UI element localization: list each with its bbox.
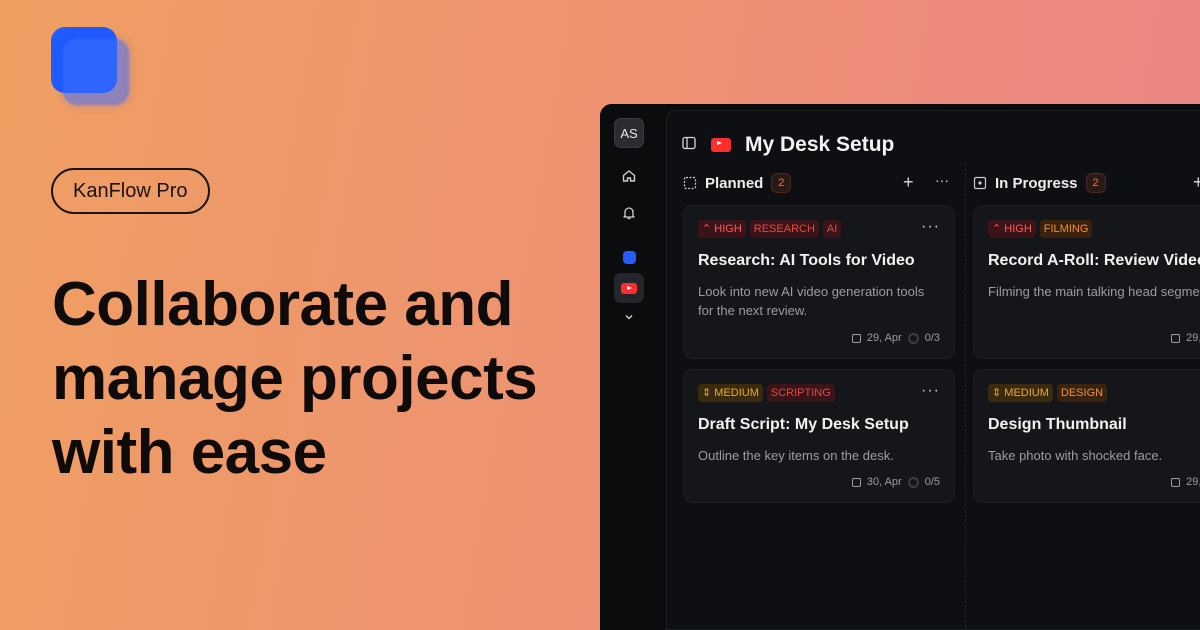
card-meta: 29, Apr xyxy=(1171,332,1200,344)
headline-line: manage projects xyxy=(52,344,538,413)
card-description: Filming the main talking head segment an… xyxy=(988,284,1200,299)
progress-ring-icon xyxy=(907,332,919,344)
column-status-icon xyxy=(683,176,697,190)
youtube-icon[interactable] xyxy=(614,273,644,303)
youtube-icon xyxy=(711,138,731,152)
sidebar-toggle-icon[interactable] xyxy=(681,135,697,156)
column-count-badge: 2 xyxy=(771,173,792,193)
headline-line: with ease xyxy=(52,418,327,487)
tag: FILMING xyxy=(1039,220,1093,238)
due-date: 29, Apr xyxy=(1186,476,1200,488)
tag: RESEARCH xyxy=(749,220,819,238)
add-card-button[interactable]: + xyxy=(903,173,914,191)
tag: AI xyxy=(822,220,842,238)
calendar-icon xyxy=(1171,333,1181,343)
card-menu-button[interactable]: ··· xyxy=(921,219,940,235)
column-divider xyxy=(965,163,966,630)
bell-icon[interactable] xyxy=(614,198,644,228)
card-menu-button[interactable]: ··· xyxy=(921,383,940,399)
task-card[interactable]: ⇕ MEDIUM SCRIPTING ··· Draft Script: My … xyxy=(683,369,955,503)
headline: Collaborate and manage projects with eas… xyxy=(52,268,538,490)
board: My Desk Setup Planned 2 + ··· In Progres… xyxy=(666,110,1200,630)
page-title: My Desk Setup xyxy=(745,133,895,156)
priority-tag: ⇕ MEDIUM xyxy=(698,384,763,402)
due-date: 29, Apr xyxy=(1186,332,1200,344)
card-description: Outline the key items on the desk. xyxy=(698,448,894,463)
app-logo-icon xyxy=(51,27,131,107)
column-status-icon xyxy=(973,176,987,190)
card-meta: 29, Apr 0/3 xyxy=(851,332,940,344)
board-header: My Desk Setup xyxy=(681,133,894,157)
progress-ring-icon xyxy=(907,476,919,488)
calendar-icon xyxy=(1171,477,1181,487)
priority-tag: ⇕ MEDIUM xyxy=(988,384,1053,402)
subtask-progress: 0/5 xyxy=(924,476,940,488)
priority-tag: ⌃ HIGH xyxy=(698,220,746,238)
card-title: Draft Script: My Desk Setup xyxy=(698,416,909,433)
card-title: Record A-Roll: Review Video xyxy=(988,252,1200,269)
task-card[interactable]: ⌃ HIGH RESEARCH AI ··· Research: AI Tool… xyxy=(683,205,955,359)
app-window: AS My Desk Setup Planned 2 + ··· In Prog… xyxy=(600,104,1200,630)
card-description: Take photo with shocked face. xyxy=(988,448,1163,463)
column-header: In Progress 2 xyxy=(973,171,1106,195)
task-card[interactable]: ⌃ HIGH FILMING Record A-Roll: Review Vid… xyxy=(973,205,1200,359)
calendar-icon xyxy=(851,477,861,487)
column-header: Planned 2 xyxy=(683,171,792,195)
priority-tag: ⌃ HIGH xyxy=(988,220,1036,238)
calendar-icon xyxy=(851,333,861,343)
due-date: 29, Apr xyxy=(866,332,902,344)
headline-line: Collaborate and xyxy=(52,270,514,339)
column-count-badge: 2 xyxy=(1085,173,1106,193)
workspace-blue-icon[interactable] xyxy=(614,242,644,272)
add-card-button[interactable]: + xyxy=(1193,173,1200,191)
tag: DESIGN xyxy=(1056,384,1108,402)
product-badge: KanFlow Pro xyxy=(51,168,210,214)
tag: SCRIPTING xyxy=(766,384,835,402)
card-title: Research: AI Tools for Video xyxy=(698,252,915,269)
card-description: Look into new AI video generation tools … xyxy=(698,284,925,318)
subtask-progress: 0/3 xyxy=(924,332,940,344)
column-title: In Progress xyxy=(995,174,1078,192)
card-meta: 30, Apr 0/5 xyxy=(851,476,940,488)
column-menu-button[interactable]: ··· xyxy=(935,171,949,189)
sidebar-rail: AS xyxy=(600,104,658,630)
column-title: Planned xyxy=(705,174,764,192)
task-card[interactable]: ⇕ MEDIUM DESIGN Design Thumbnail Take ph… xyxy=(973,369,1200,503)
card-meta: 29, Apr xyxy=(1171,476,1200,488)
avatar[interactable]: AS xyxy=(614,118,644,148)
home-icon[interactable] xyxy=(614,161,644,191)
due-date: 30, Apr xyxy=(866,476,902,488)
chevron-down-icon[interactable] xyxy=(614,302,644,332)
card-title: Design Thumbnail xyxy=(988,416,1127,433)
